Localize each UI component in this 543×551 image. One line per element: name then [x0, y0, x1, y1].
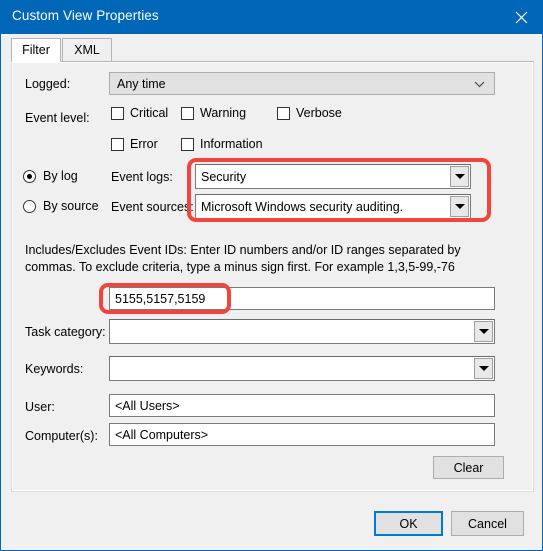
tab-xml-label: XML — [74, 43, 100, 57]
radio-by-log-dot — [23, 169, 36, 183]
checkbox-warning[interactable]: Warning — [181, 106, 246, 120]
checkbox-verbose-box — [277, 106, 290, 120]
checkbox-critical[interactable]: Critical — [111, 106, 168, 120]
tab-filter-label: Filter — [22, 43, 50, 57]
ok-button[interactable]: OK — [374, 511, 443, 536]
keywords-combo[interactable] — [109, 356, 495, 381]
logged-value: Any time — [117, 76, 166, 91]
radio-by-source-dot — [23, 199, 36, 213]
checkbox-warning-label: Warning — [200, 106, 247, 120]
event-logs-combo[interactable]: Security — [195, 164, 471, 189]
cancel-button[interactable]: Cancel — [451, 511, 524, 536]
event-level-label: Event level: — [25, 111, 90, 125]
event-logs-label: Event logs: — [111, 170, 173, 184]
checkbox-information[interactable]: Information — [181, 137, 263, 151]
tab-filter[interactable]: Filter — [11, 38, 61, 62]
user-value: <All Users> — [115, 398, 180, 413]
radio-by-source[interactable]: By source — [23, 199, 99, 213]
checkbox-error[interactable]: Error — [111, 137, 158, 151]
checkbox-error-box — [111, 137, 124, 151]
event-ids-value: 5155,5157,5159 — [115, 291, 206, 306]
titlebar: Custom View Properties — [1, 0, 542, 34]
logged-label: Logged: — [25, 77, 71, 91]
checkbox-information-label: Information — [200, 137, 263, 151]
event-ids-input[interactable]: 5155,5157,5159 — [109, 287, 495, 310]
tab-xml[interactable]: XML — [62, 38, 112, 62]
triangle-down-icon — [454, 174, 465, 179]
triangle-down-icon — [454, 204, 465, 209]
event-sources-label: Event sources: — [111, 200, 194, 214]
event-sources-dropdown-button[interactable] — [450, 196, 469, 217]
custom-view-properties-dialog: Custom View Properties Filter XML Logged… — [0, 0, 543, 551]
user-label: User: — [25, 400, 55, 414]
event-ids-help-text: Includes/Excludes Event IDs: Enter ID nu… — [25, 243, 461, 274]
triangle-down-icon — [478, 329, 489, 334]
logged-combo[interactable]: Any time — [109, 72, 495, 95]
radio-by-source-label: By source — [43, 199, 99, 213]
clear-button[interactable]: Clear — [433, 456, 504, 479]
radio-by-log[interactable]: By log — [23, 169, 78, 183]
checkbox-warning-box — [181, 106, 194, 120]
user-input[interactable]: <All Users> — [109, 394, 495, 417]
triangle-down-icon — [478, 366, 489, 371]
keywords-dropdown-button[interactable] — [474, 358, 493, 379]
checkbox-critical-box — [111, 106, 124, 120]
window-title: Custom View Properties — [12, 8, 159, 23]
task-category-dropdown-button[interactable] — [474, 321, 493, 342]
event-sources-combo[interactable]: Microsoft Windows security auditing. — [195, 194, 471, 219]
checkbox-critical-label: Critical — [130, 106, 169, 120]
event-logs-dropdown-button[interactable] — [450, 166, 469, 187]
task-category-label: Task category: — [25, 325, 106, 339]
chevron-down-icon — [474, 77, 485, 91]
checkbox-verbose-label: Verbose — [296, 106, 342, 120]
checkbox-error-label: Error — [130, 137, 158, 151]
computers-input[interactable]: <All Computers> — [109, 423, 495, 446]
task-category-combo[interactable] — [109, 319, 495, 344]
event-sources-value: Microsoft Windows security auditing. — [201, 199, 404, 214]
keywords-label: Keywords: — [25, 362, 84, 376]
event-logs-value: Security — [201, 169, 247, 184]
radio-by-log-label: By log — [43, 169, 78, 183]
computers-value: <All Computers> — [115, 427, 209, 442]
close-icon[interactable] — [498, 0, 542, 34]
computers-label: Computer(s): — [25, 429, 98, 443]
checkbox-information-box — [181, 137, 194, 151]
checkbox-verbose[interactable]: Verbose — [277, 106, 342, 120]
